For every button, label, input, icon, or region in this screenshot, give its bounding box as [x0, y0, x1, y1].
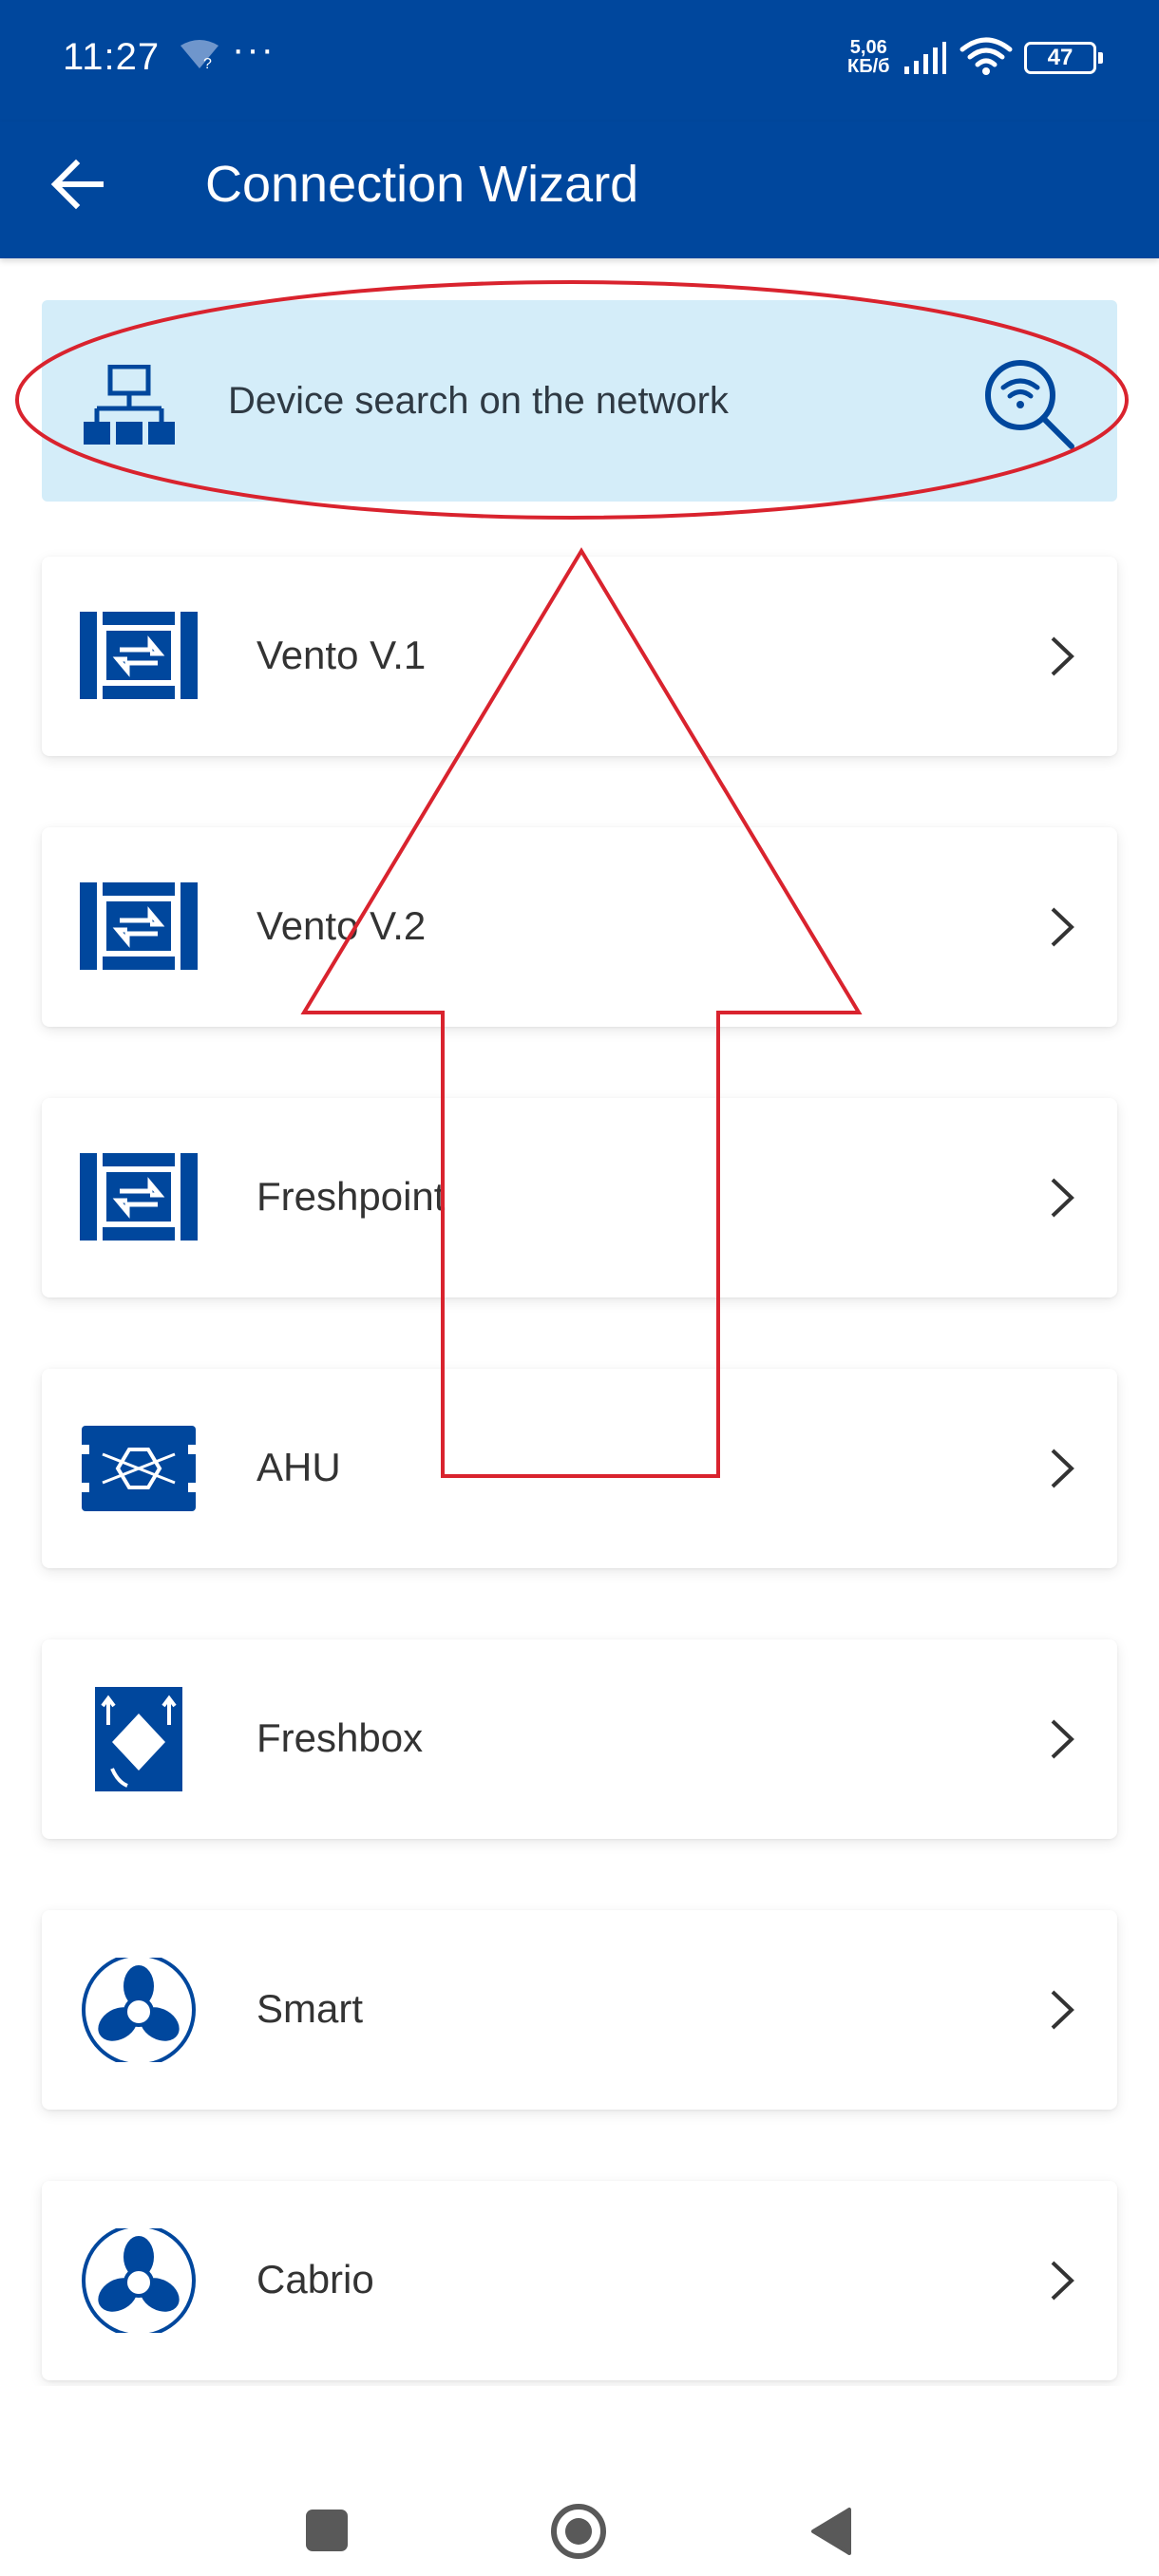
- device-search-label: Device search on the network: [228, 380, 729, 422]
- ahu-icon: [80, 1426, 198, 1511]
- device-label: Freshpoint: [256, 1174, 446, 1219]
- device-item-smart[interactable]: Smart: [42, 1910, 1117, 2110]
- app-bar: Connection Wizard: [0, 122, 1159, 258]
- page-title: Connection Wizard: [205, 156, 639, 213]
- status-bar: 11:27 ? ··· 5,06 КБ/б 47: [0, 0, 1159, 122]
- status-more-dots: ···: [232, 28, 276, 70]
- wifi-search-icon: [985, 360, 1074, 449]
- system-nav-bar: [0, 2386, 1159, 2576]
- device-item-freshpoint[interactable]: Freshpoint: [42, 1098, 1117, 1297]
- device-label: Freshbox: [256, 1715, 424, 1760]
- chevron-right-icon: [1051, 1178, 1074, 1218]
- device-label: Vento V.2: [256, 903, 427, 948]
- chevron-right-icon: [1051, 1449, 1074, 1488]
- chevron-right-icon: [1051, 1719, 1074, 1759]
- chevron-right-icon: [1051, 2261, 1074, 2301]
- device-item-vento-v1[interactable]: Vento V.1: [42, 557, 1117, 756]
- network-speed-value: 5,06: [849, 37, 887, 58]
- home-button[interactable]: [551, 2504, 606, 2559]
- device-label: Vento V.1: [256, 633, 427, 677]
- recent-apps-button[interactable]: [306, 2510, 348, 2551]
- chevron-right-icon: [1051, 1990, 1074, 2030]
- signal-icon: [904, 42, 946, 74]
- status-time: 11:27: [63, 36, 161, 78]
- vento-unit-icon: [80, 612, 198, 699]
- wifi-unknown-icon: ?: [180, 40, 218, 70]
- fan-icon: [82, 1958, 196, 2062]
- chevron-right-icon: [1051, 636, 1074, 676]
- device-item-vento-v2[interactable]: Vento V.2: [42, 827, 1117, 1027]
- device-label: Cabrio: [256, 2257, 374, 2301]
- device-search-button[interactable]: Device search on the network: [42, 300, 1117, 502]
- device-label: Smart: [256, 1986, 364, 2031]
- vento-unit-icon: [80, 882, 198, 970]
- triangle-back-icon[interactable]: [809, 2506, 853, 2557]
- network-speed: 5,06 КБ/б: [847, 38, 890, 76]
- network-icon: [84, 365, 175, 445]
- battery-icon: 47: [1024, 42, 1103, 74]
- device-item-freshbox[interactable]: Freshbox: [42, 1639, 1117, 1839]
- wifi-icon: [960, 37, 1013, 75]
- svg-text:?: ?: [203, 56, 212, 70]
- chevron-right-icon: [1051, 907, 1074, 947]
- device-item-cabrio[interactable]: Cabrio: [42, 2181, 1117, 2380]
- network-speed-unit: КБ/б: [847, 56, 890, 77]
- device-item-ahu[interactable]: AHU: [42, 1369, 1117, 1568]
- arrow-left-icon[interactable]: [44, 150, 112, 218]
- fan-icon: [82, 2228, 196, 2333]
- device-label: AHU: [256, 1445, 341, 1489]
- vento-unit-icon: [80, 1153, 198, 1241]
- freshbox-icon: [95, 1687, 182, 1791]
